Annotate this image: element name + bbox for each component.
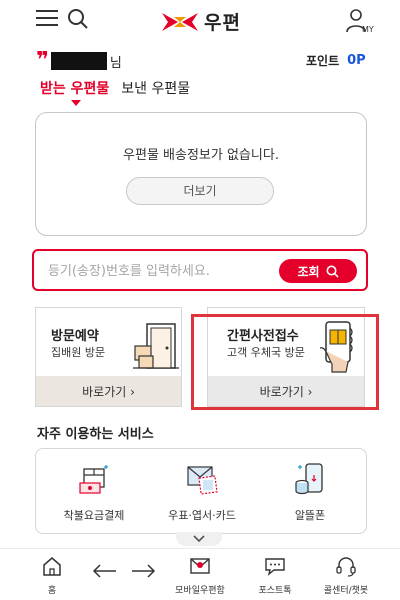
chevron-down-icon xyxy=(193,535,205,543)
door-parcel-icon xyxy=(133,323,179,369)
tab-received-mail[interactable]: 받는 우편물 xyxy=(40,78,110,106)
tracking-search-button-label: 조회 xyxy=(297,264,320,279)
delivery-info-panel: 우편물 배송정보가 없습니다. 더보기 xyxy=(35,112,367,236)
svg-text:MY: MY xyxy=(362,25,374,34)
my-page-icon[interactable]: MY xyxy=(344,6,374,36)
stamp-postcard-icon xyxy=(187,466,218,495)
simple-pre-receipt-card[interactable]: 간편사전접수 고객 우체국 방문 바로가기 › xyxy=(207,307,365,407)
visit-reservation-title: 방문예약 xyxy=(51,329,99,344)
frequent-service-item-cod-payment[interactable]: 착불요금결제 xyxy=(44,457,144,527)
nav-call-center[interactable]: 콜센터/챗봇 xyxy=(318,555,374,596)
cod-payment-icon xyxy=(79,465,108,494)
tab-sent-mail-label: 보낸 우편물 xyxy=(121,81,191,97)
app-header: 우편 MY xyxy=(0,0,400,40)
points-label: 포인트 xyxy=(306,54,340,68)
frequent-service-item-budget-phone[interactable]: 알뜰폰 xyxy=(260,457,360,527)
frequent-service-label: 우표·엽서·카드 xyxy=(168,509,236,522)
headset-icon xyxy=(336,557,356,577)
simple-pre-receipt-title: 간편사전접수 xyxy=(227,329,299,344)
nav-back[interactable] xyxy=(92,563,118,583)
collapse-handle[interactable] xyxy=(176,532,222,546)
nav-post-talk-label: 포스트톡 xyxy=(258,586,292,596)
no-delivery-message: 우편물 배송정보가 없습니다. xyxy=(123,148,279,163)
frequent-services-title: 자주 이용하는 서비스 xyxy=(37,427,154,442)
frequent-service-label: 착불요금결제 xyxy=(63,509,125,522)
mail-icon xyxy=(190,558,210,574)
logo-text: 우편 xyxy=(204,12,241,34)
masked-user-name xyxy=(50,52,107,70)
tracking-search-box: 조회 xyxy=(32,249,368,291)
nav-mobile-post[interactable]: 모바일우편함 xyxy=(170,555,230,596)
tracking-search-button[interactable]: 조회 xyxy=(279,259,357,283)
nav-call-center-label: 콜센터/챗봇 xyxy=(323,586,369,596)
tab-sent-mail[interactable]: 보낸 우편물 xyxy=(121,78,190,104)
active-tab-indicator-icon xyxy=(71,100,81,106)
mobile-parcel-icon xyxy=(319,321,353,373)
mail-tabs: 받는 우편물 보낸 우편물 xyxy=(40,78,202,106)
points-display[interactable]: 포인트 0P xyxy=(306,52,366,69)
frequent-services-panel: 착불요금결제 우표·엽서·카드 알뜰폰 xyxy=(35,448,367,534)
post-logo-icon xyxy=(162,12,198,31)
tab-received-mail-label: 받는 우편물 xyxy=(40,81,110,97)
bottom-navigation: 홈 모바일우편함 포스트톡 콜센터/챗봇 xyxy=(0,548,400,600)
arrow-right-icon xyxy=(132,564,156,578)
nav-mobile-post-label: 모바일우편함 xyxy=(175,586,225,596)
home-icon xyxy=(43,557,61,576)
simple-pre-receipt-subtitle: 고객 우체국 방문 xyxy=(227,346,305,359)
frequent-service-label: 알뜰폰 xyxy=(294,509,326,522)
quote-mark-icon: ❞ xyxy=(36,48,49,73)
visit-reservation-card[interactable]: 방문예약 집배원 방문 바로가기 › xyxy=(35,307,182,407)
search-icon xyxy=(326,265,339,278)
menu-icon[interactable] xyxy=(36,10,58,28)
nav-post-talk[interactable]: 포스트톡 xyxy=(252,555,298,596)
post-logo[interactable]: 우편 xyxy=(162,8,241,35)
user-greeting: ❞ 님 xyxy=(36,48,122,73)
budget-phone-icon xyxy=(295,463,323,495)
nav-home[interactable]: 홈 xyxy=(40,555,64,596)
chat-icon xyxy=(265,558,285,576)
points-value: 0P xyxy=(347,53,366,68)
tracking-number-input[interactable] xyxy=(48,261,268,281)
visit-reservation-subtitle: 집배원 방문 xyxy=(51,346,106,359)
nav-forward[interactable] xyxy=(130,563,156,583)
frequent-service-item-stamp-postcard[interactable]: 우표·엽서·카드 xyxy=(152,457,252,527)
nav-home-label: 홈 xyxy=(47,586,57,596)
simple-pre-receipt-go-button[interactable]: 바로가기 › xyxy=(208,376,364,406)
honorific: 님 xyxy=(109,55,122,71)
arrow-left-icon xyxy=(92,564,116,578)
visit-reservation-go-button[interactable]: 바로가기 › xyxy=(36,376,181,406)
more-button[interactable]: 더보기 xyxy=(126,177,274,205)
search-icon[interactable] xyxy=(66,7,90,31)
